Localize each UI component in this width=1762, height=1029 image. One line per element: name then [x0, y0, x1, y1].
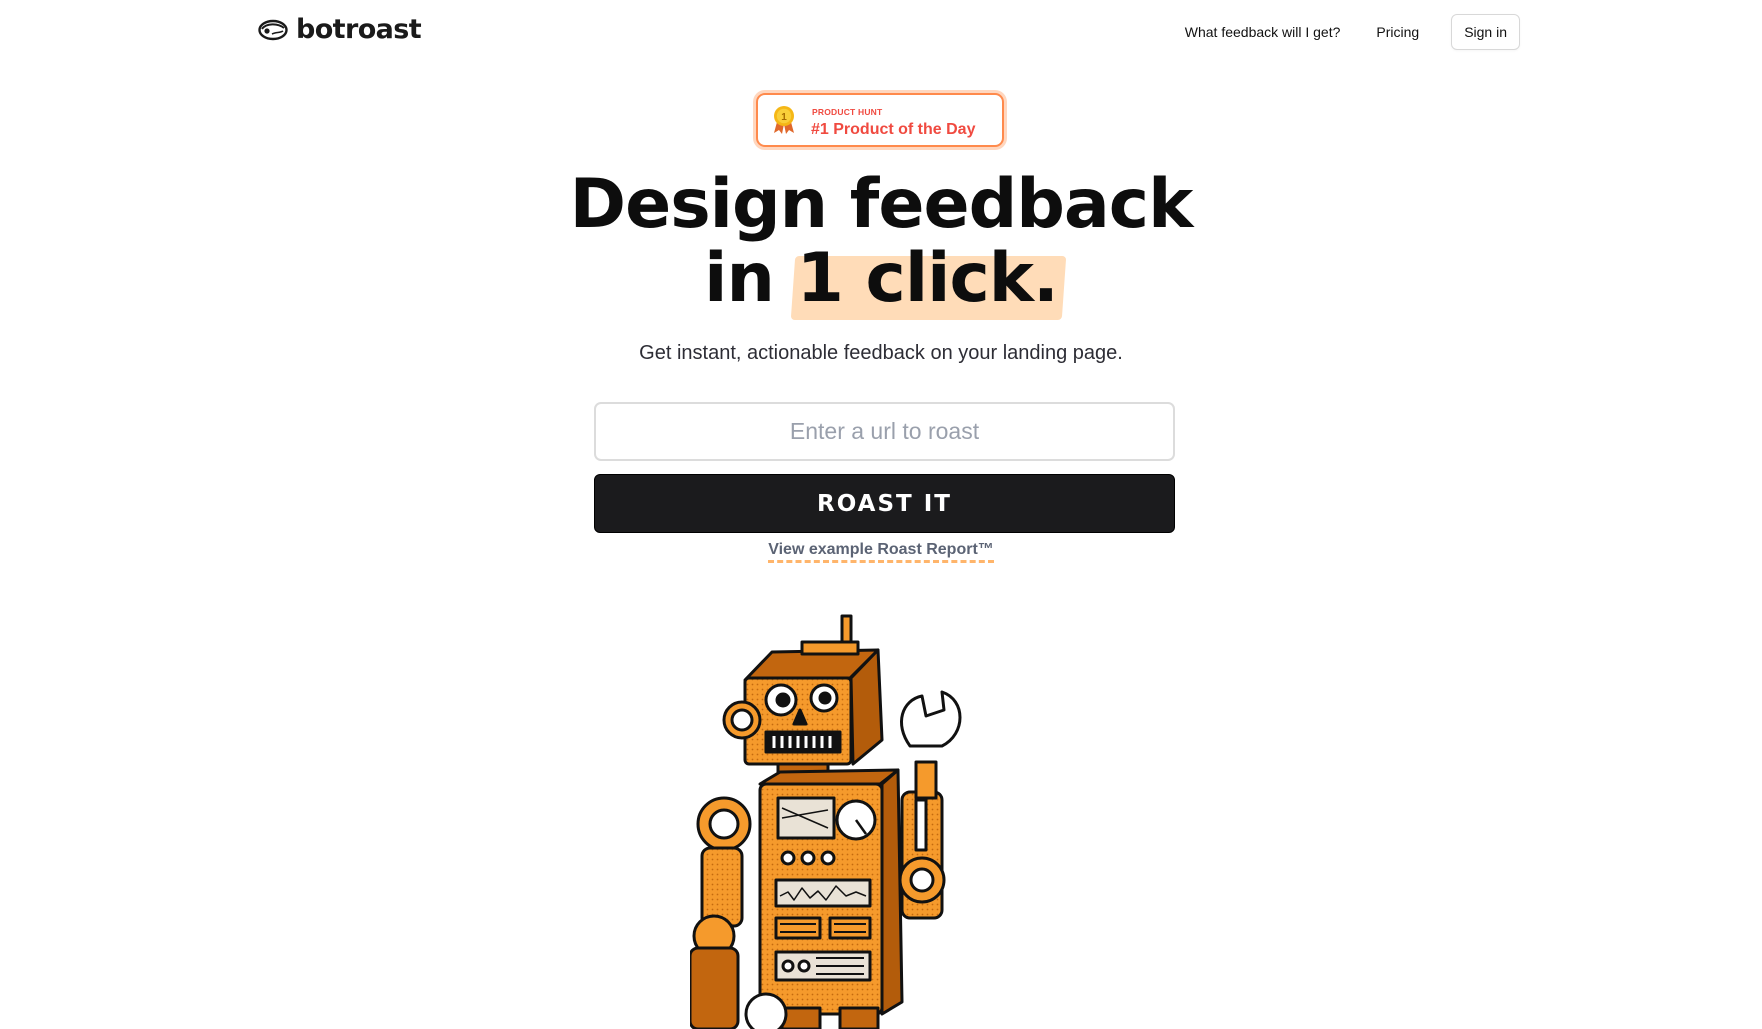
product-hunt-badge[interactable]: 1 PRODUCT HUNT #1 Product of the Day — [756, 93, 1004, 147]
hero-title-highlight: 1 click. — [796, 239, 1059, 318]
nav-link-pricing[interactable]: Pricing — [1376, 24, 1419, 40]
example-report-link[interactable]: View example Roast Report™ — [768, 541, 994, 563]
hero-title-line-1: Design feedback — [569, 165, 1194, 244]
svg-text:1: 1 — [781, 112, 787, 123]
steak-icon — [258, 19, 288, 40]
roast-it-button[interactable]: ROAST IT — [594, 474, 1175, 533]
hero-subtitle: Get instant, actionable feedback on your… — [639, 342, 1123, 364]
badge-kicker: PRODUCT HUNT — [812, 107, 883, 117]
hero-title-prefix: in — [704, 239, 797, 318]
hero-title: Design feedback in 1 click. — [0, 168, 1762, 316]
nav-link-feedback[interactable]: What feedback will I get? — [1185, 24, 1341, 40]
brand-logo[interactable]: botroast — [258, 14, 422, 45]
brand-name: botroast — [296, 14, 422, 45]
sign-in-button[interactable]: Sign in — [1451, 14, 1520, 50]
hero-title-line-2: in 1 click. — [0, 242, 1762, 316]
medal-icon: 1 — [774, 106, 794, 134]
top-nav: What feedback will I get? Pricing Sign i… — [1185, 14, 1520, 50]
robot-illustration — [690, 614, 962, 1029]
badge-title: #1 Product of the Day — [811, 121, 976, 138]
url-input[interactable] — [594, 402, 1175, 461]
example-report-link-wrap: View example Roast Report™ — [0, 541, 1762, 563]
